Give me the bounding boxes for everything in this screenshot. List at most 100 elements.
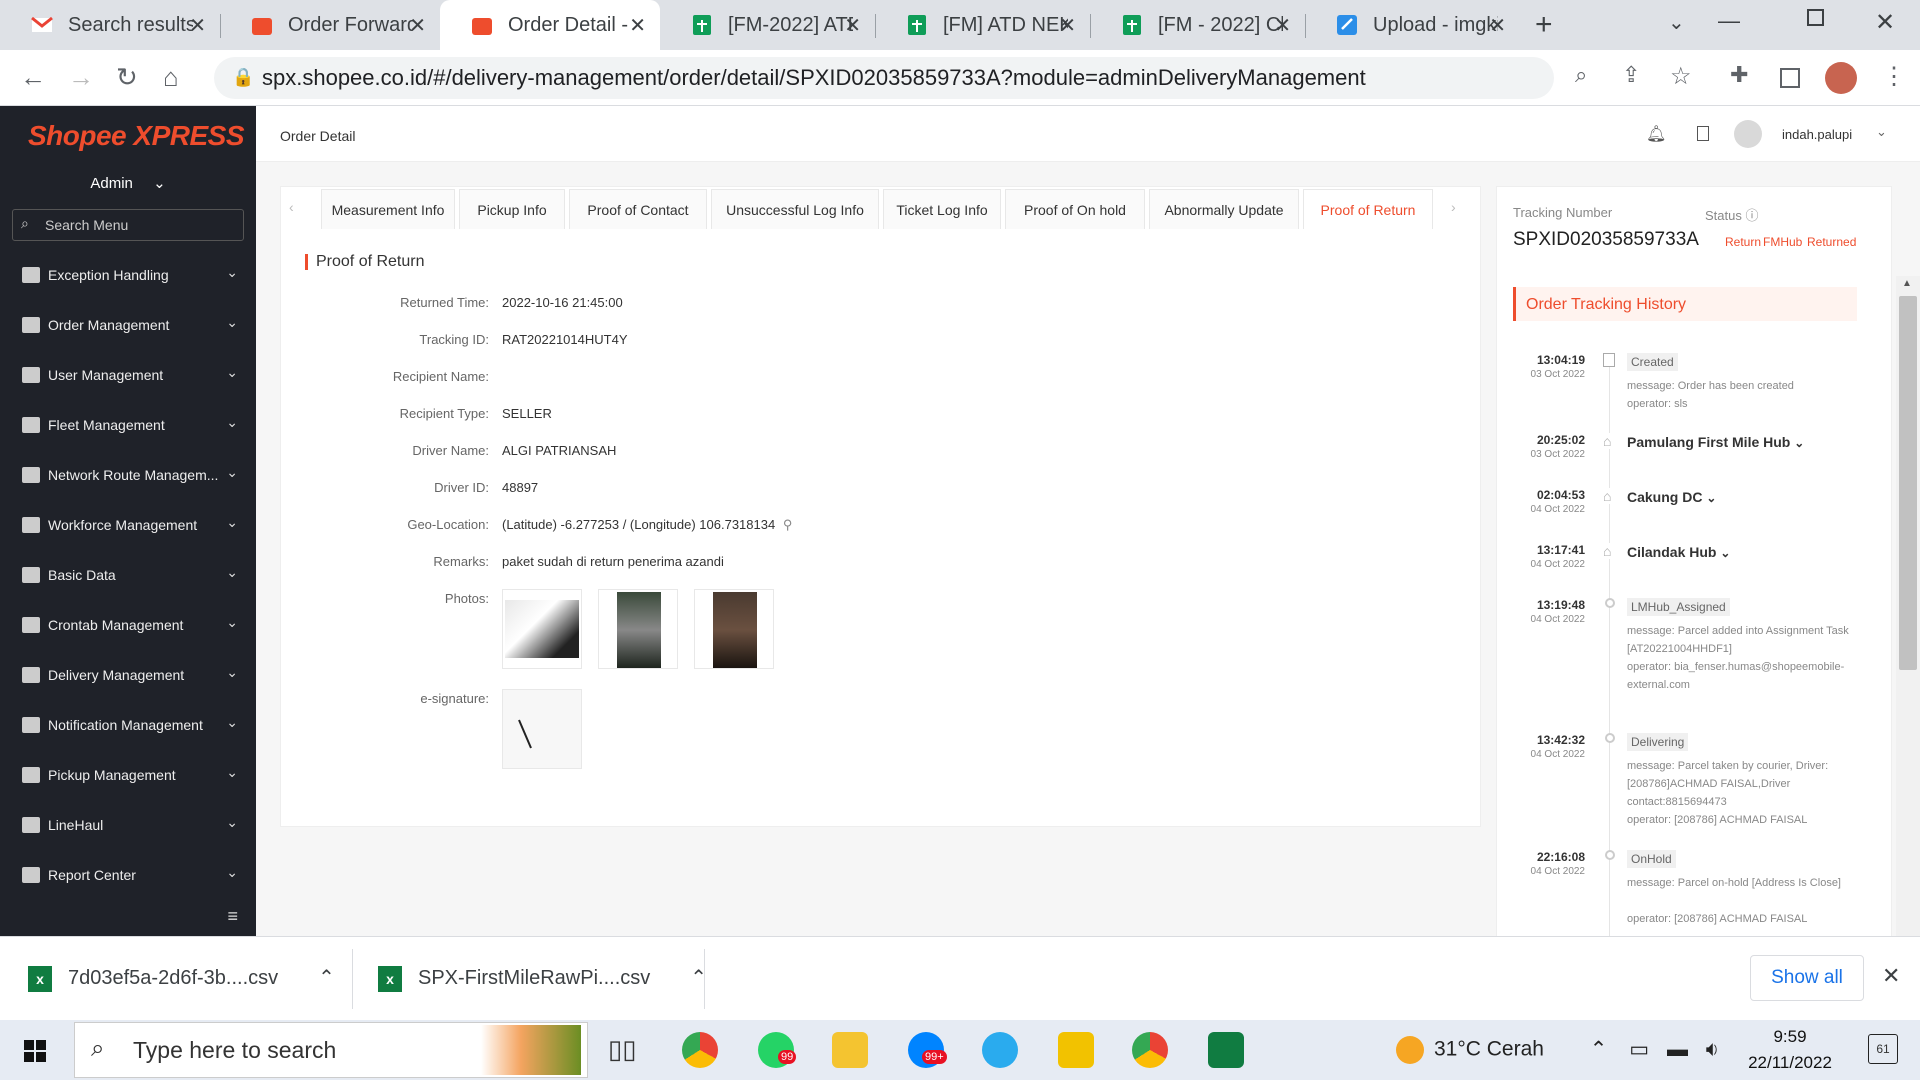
sidebar-item-workforce-management[interactable]: Workforce Management ⌄	[0, 500, 256, 550]
forward-icon[interactable]: →	[68, 62, 94, 93]
sidebar-item-fleet-management[interactable]: Fleet Management ⌄	[0, 400, 256, 450]
close-icon[interactable]: ✕	[844, 13, 861, 38]
restore-icon[interactable]	[1807, 9, 1824, 26]
signature-image[interactable]	[502, 689, 582, 769]
task-view-icon[interactable]: ▯▯	[608, 1034, 637, 1065]
volume-icon[interactable]: 🔉︎	[1706, 1038, 1719, 1061]
account-selector[interactable]: Admin ⌄	[0, 174, 256, 192]
close-icon[interactable]: ✕	[409, 13, 426, 38]
event-hub[interactable]: Cakung DC ⌄	[1627, 489, 1716, 505]
windows-start-icon[interactable]	[24, 1040, 46, 1062]
browser-tab[interactable]: [FM-2022] ATD ✕	[660, 0, 875, 50]
scrollbar-thumb[interactable]	[1899, 296, 1917, 670]
sidebar-item-pickup-management[interactable]: Pickup Management ⌄	[0, 750, 256, 800]
taskbar-clock[interactable]: 9:59 22/11/2022	[1730, 1024, 1850, 1076]
photo-thumbnail[interactable]	[694, 589, 774, 669]
tabs-prev-icon[interactable]: ‹	[289, 199, 294, 215]
tabs-next-icon[interactable]: ›	[1451, 199, 1456, 215]
side-panel-icon[interactable]	[1780, 68, 1800, 88]
close-icon[interactable]: ✕	[189, 13, 206, 38]
tab-proof-of-contact[interactable]: Proof of Contact	[569, 189, 707, 229]
tab-unsuccessful-log-info[interactable]: Unsuccessful Log Info	[711, 189, 879, 229]
window-close-icon[interactable]: ✕	[1875, 8, 1895, 37]
tab-measurement-info[interactable]: Measurement Info	[321, 189, 455, 229]
status-label-text: Status	[1705, 208, 1742, 223]
scroll-up-icon[interactable]: ▲	[1902, 278, 1912, 289]
home-icon[interactable]: ⌂	[163, 62, 179, 93]
file-explorer-icon[interactable]	[832, 1032, 868, 1068]
sidebar-item-basic-data[interactable]: Basic Data ⌄	[0, 550, 256, 600]
username[interactable]: indah.palupi	[1782, 127, 1852, 142]
event-hub[interactable]: Pamulang First Mile Hub ⌄	[1627, 434, 1804, 450]
sidebar-item-order-management[interactable]: Order Management ⌄	[0, 300, 256, 350]
sidebar-item-exception-handling[interactable]: Exception Handling ⌄	[0, 250, 256, 300]
close-icon[interactable]: ✕	[1274, 13, 1291, 38]
chevron-up-icon[interactable]: ⌃	[318, 967, 335, 989]
close-icon[interactable]: ✕	[1489, 13, 1506, 38]
chrome-profile-icon[interactable]	[1132, 1032, 1168, 1068]
browser-tab[interactable]: Search results - ✕	[0, 0, 220, 50]
map-pin-icon[interactable]: ⚲	[783, 517, 793, 532]
sidebar-item-user-management[interactable]: User Management ⌄	[0, 350, 256, 400]
bookmark-star-icon[interactable]: ☆	[1670, 62, 1692, 91]
extensions-icon[interactable]: ✚	[1730, 62, 1748, 88]
info-icon[interactable]: ⓘ	[1745, 208, 1758, 223]
download-item[interactable]: x SPX-FirstMileRawPi....csv ⌃	[378, 965, 707, 992]
sidebar-item-delivery-management[interactable]: Delivery Management ⌄	[0, 650, 256, 700]
weather-icon[interactable]	[1396, 1036, 1424, 1064]
chevron-up-icon[interactable]: ⌃	[1590, 1038, 1608, 1061]
search-menu-input[interactable]: ⌕ Search Menu	[12, 209, 244, 241]
browser-tab-active[interactable]: Order Detail - S ✕	[440, 0, 660, 50]
menu-dots-icon[interactable]: ⋮	[1882, 62, 1906, 91]
sidebar-item-notification-management[interactable]: Notification Management ⌄	[0, 700, 256, 750]
zoom-icon[interactable]: ⌕	[1575, 62, 1587, 88]
photo-thumbnail[interactable]	[502, 589, 582, 669]
sidebar-item-linehaul[interactable]: LineHaul ⌄	[0, 800, 256, 850]
sticky-notes-icon[interactable]	[1058, 1032, 1094, 1068]
network-icon[interactable]: ▭	[1629, 1038, 1649, 1061]
browser-tab[interactable]: [FM] ATD NEK ✕	[875, 0, 1090, 50]
avatar[interactable]	[1734, 120, 1762, 148]
chrome-icon[interactable]	[682, 1032, 718, 1068]
telegram-icon[interactable]	[982, 1032, 1018, 1068]
profile-avatar[interactable]	[1825, 62, 1857, 94]
show-all-button[interactable]: Show all	[1750, 955, 1864, 1001]
reload-icon[interactable]: ↻	[116, 62, 138, 93]
tab-ticket-log-info[interactable]: Ticket Log Info	[883, 189, 1001, 229]
collapse-menu-icon[interactable]: ≡	[227, 906, 238, 927]
share-icon[interactable]: ⇪	[1622, 62, 1640, 88]
excel-icon[interactable]	[1208, 1032, 1244, 1068]
tab-pickup-info[interactable]: Pickup Info	[459, 189, 565, 229]
taskbar-search-input[interactable]: ⌕ Type here to search	[74, 1022, 588, 1078]
browser-tab[interactable]: [FM - 2022] Cla ✕	[1090, 0, 1305, 50]
messenger-icon[interactable]: 99+	[908, 1032, 947, 1068]
minimize-icon[interactable]: —	[1718, 8, 1740, 34]
notification-center-icon[interactable]: 61	[1868, 1034, 1898, 1064]
clipboard-icon[interactable]	[1697, 126, 1709, 141]
page-scrollbar[interactable]: ▲ ▼	[1896, 276, 1920, 1042]
browser-tab[interactable]: Order Forwarder ✕	[220, 0, 440, 50]
new-tab-icon[interactable]: +	[1535, 8, 1553, 42]
weather-text[interactable]: 31°C Cerah	[1434, 1038, 1544, 1061]
download-item[interactable]: x 7d03ef5a-2d6f-3b....csv ⌃	[28, 965, 335, 992]
search-icon: ⌕	[91, 1035, 105, 1062]
tab-search-icon[interactable]: ⌄	[1668, 10, 1685, 35]
back-icon[interactable]: ←	[20, 62, 46, 93]
battery-icon[interactable]: ▬	[1667, 1038, 1688, 1061]
event-hub[interactable]: Cilandak Hub ⌄	[1627, 544, 1730, 560]
tab-abnormally-update[interactable]: Abnormally Update	[1149, 189, 1299, 229]
url-input[interactable]: 🔒 spx.shopee.co.id/#/delivery-management…	[214, 57, 1554, 99]
chevron-down-icon[interactable]: ⌄	[1876, 124, 1887, 140]
sidebar-item-report-center[interactable]: Report Center ⌄	[0, 850, 256, 900]
photo-thumbnail[interactable]	[598, 589, 678, 669]
tab-proof-of-on-hold[interactable]: Proof of On hold	[1005, 189, 1145, 229]
close-downloads-icon[interactable]: ✕	[1882, 963, 1900, 989]
close-icon[interactable]: ✕	[1059, 13, 1076, 38]
browser-tab[interactable]: Upload - imgkit ✕	[1305, 0, 1520, 50]
tab-proof-of-return[interactable]: Proof of Return	[1303, 189, 1433, 229]
notification-bell-icon[interactable]: 🔔︎	[1646, 124, 1666, 144]
whatsapp-icon[interactable]: 99	[758, 1032, 797, 1068]
sidebar-item-network-route[interactable]: Network Route Managem... ⌄	[0, 450, 256, 500]
close-icon[interactable]: ✕	[629, 13, 646, 38]
sidebar-item-crontab-management[interactable]: Crontab Management ⌄	[0, 600, 256, 650]
